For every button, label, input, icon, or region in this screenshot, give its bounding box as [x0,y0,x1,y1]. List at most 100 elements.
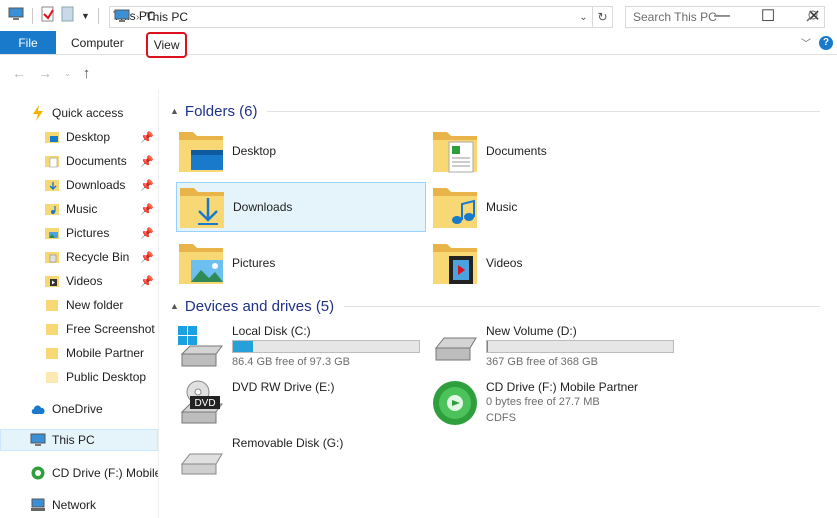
drive-filesystem: CDFS [486,412,516,424]
nav-item-music[interactable]: Music 📌 [0,198,158,220]
pin-icon[interactable]: 📌 [140,275,154,288]
collapse-chevron-icon[interactable]: ▲ [170,301,179,311]
nav-item-downloads[interactable]: Downloads 📌 [0,174,158,196]
drive-c[interactable]: Local Disk (C:) 86.4 GB free of 97.3 GB [176,322,426,370]
nav-item-recycle-bin[interactable]: Recycle Bin 📌 [0,246,158,268]
tab-file[interactable]: File [0,31,56,54]
cd-drive-icon [30,465,46,481]
nav-label: Desktop [66,130,111,144]
network-icon [30,497,46,513]
expand-ribbon-icon[interactable]: ﹀ [801,35,811,50]
breadcrumb-chevron-icon[interactable]: › [136,12,139,23]
pin-icon[interactable]: 📌 [140,155,154,168]
tile-label: Pictures [232,256,276,270]
drive-usage-bar [232,340,420,353]
properties-icon[interactable] [41,6,55,25]
tile-label: Videos [486,256,523,270]
forward-arrow-icon[interactable]: → [38,65,52,81]
pin-icon[interactable]: 📌 [140,131,154,144]
customize-toolbar-icon[interactable]: ▼ [81,11,90,21]
nav-item-public-desktop[interactable]: Public Desktop [0,366,158,388]
this-pc-icon [114,9,130,26]
drive-name: DVD RW Drive (E:) [232,380,335,394]
address-dropdown-icon[interactable]: ⌄ [574,7,592,27]
address-row: ← → ⌄ ↑ [0,56,837,90]
nav-item-cd-drive[interactable]: CD Drive (F:) Mobile [0,462,158,484]
breadcrumb-this-pc[interactable]: This PC [145,10,188,24]
recycle-bin-icon [44,249,60,265]
folder-tile-videos[interactable]: Videos [430,238,680,288]
pane-divider[interactable] [158,90,159,518]
up-arrow-icon[interactable]: ↑ [83,65,91,82]
recent-locations-icon[interactable]: ⌄ [64,69,71,78]
nav-item-pictures[interactable]: Pictures 📌 [0,222,158,244]
drive-f[interactable]: CD Drive (F:) Mobile Partner 0 bytes fre… [430,378,680,426]
tile-label: Music [486,200,518,214]
nav-quick-access[interactable]: Quick access [0,102,158,124]
nav-item-desktop[interactable]: Desktop 📌 [0,126,158,148]
downloads-folder-icon [44,177,60,193]
drive-d[interactable]: New Volume (D:) 367 GB free of 368 GB [430,322,680,370]
desktop-folder-icon [44,129,60,145]
tile-label: Downloads [233,200,293,214]
pin-icon[interactable]: 📌 [140,227,154,240]
tab-view[interactable]: View [145,32,188,58]
nav-item-documents[interactable]: Documents 📌 [0,150,158,172]
tile-label: Documents [486,144,547,158]
folder-tile-desktop[interactable]: Desktop [176,126,426,176]
this-pc-icon [30,432,46,448]
nav-label: Network [52,498,97,512]
folder-icon [44,369,60,385]
folders-group-header[interactable]: ▲ Folders (6) [170,100,820,122]
videos-folder-icon [430,238,480,288]
new-folder-icon[interactable] [61,6,75,25]
nav-label: Public Desktop [66,370,147,384]
nav-item-onedrive[interactable]: OneDrive [0,398,158,420]
nav-label: New folder [66,298,124,312]
nav-item-network[interactable]: Network [0,494,158,516]
drive-name: Removable Disk (G:) [232,436,344,450]
drive-g[interactable]: Removable Disk (G:) [176,434,426,482]
folder-tile-music[interactable]: Music [430,182,680,232]
drive-name: Local Disk (C:) [232,324,311,338]
star-icon [30,105,46,121]
nav-item-videos[interactable]: Videos 📌 [0,270,158,292]
nav-label: OneDrive [52,402,103,416]
music-folder-icon [430,182,480,232]
folder-tile-pictures[interactable]: Pictures [176,238,426,288]
desktop-folder-icon [176,126,226,176]
nav-label: Recycle Bin [66,250,130,264]
drive-free-space: 86.4 GB free of 97.3 GB [232,356,351,368]
search-placeholder: Search This PC [633,10,717,24]
address-bar[interactable]: › This PC ⌄ ↻ [109,6,613,28]
pin-icon[interactable]: 📌 [140,179,154,192]
drive-e[interactable]: DVD DVD RW Drive (E:) [176,378,426,426]
nav-item-this-pc[interactable]: This PC [0,429,158,451]
refresh-icon[interactable]: ↻ [592,7,612,27]
this-pc-icon[interactable] [8,7,24,24]
nav-label: Downloads [66,178,126,192]
collapse-chevron-icon[interactable]: ▲ [170,106,179,116]
pin-icon[interactable]: 📌 [140,251,154,264]
folder-tile-documents[interactable]: Documents [430,126,680,176]
nav-label: Documents [66,154,127,168]
drives-group-header[interactable]: ▲ Devices and drives (5) [170,295,820,317]
local-disk-icon [430,324,480,370]
help-icon[interactable]: ? [819,35,833,50]
search-input[interactable]: Search This PC [625,6,825,28]
tab-computer[interactable]: Computer [56,31,138,54]
folder-icon [44,345,60,361]
drive-free-space: 367 GB free of 368 GB [486,356,598,368]
nav-item-new-folder[interactable]: New folder [0,294,158,316]
nav-item-mobile-partner[interactable]: Mobile Partner [0,342,158,364]
documents-folder-icon [44,153,60,169]
nav-item-free-screenshot[interactable]: Free Screenshot C [0,318,158,340]
downloads-folder-icon [177,182,227,232]
nav-label: Free Screenshot C [66,322,158,336]
pin-icon[interactable]: 📌 [140,203,154,216]
back-arrow-icon[interactable]: ← [12,65,26,81]
folder-tile-downloads[interactable]: Downloads [176,182,426,232]
dvd-badge: DVD [194,398,215,409]
nav-label: Music [66,202,98,216]
videos-folder-icon [44,273,60,289]
